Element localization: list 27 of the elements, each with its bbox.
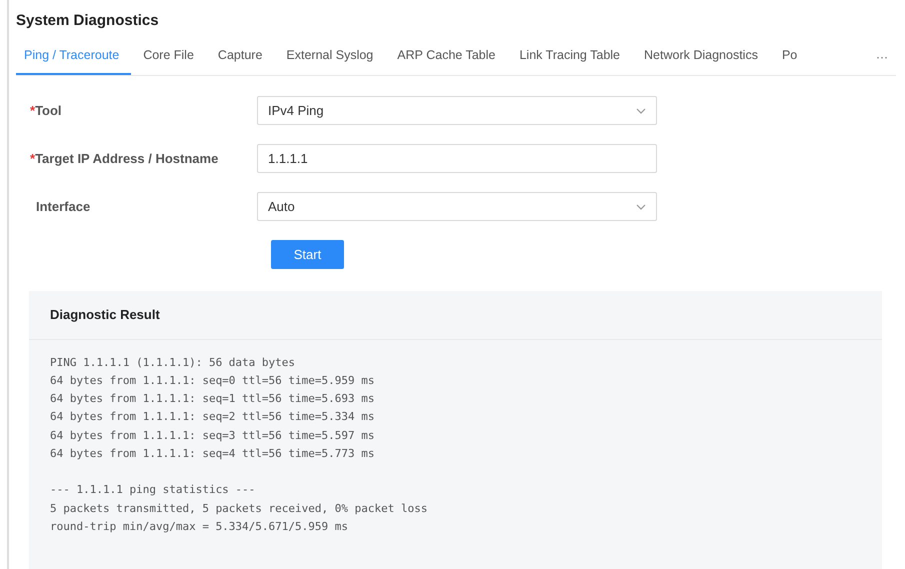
output-line: round-trip min/avg/max = 5.334/5.671/5.959 ms xyxy=(50,518,348,535)
tab[interactable]: ARP Cache Table xyxy=(385,38,508,75)
output-line: 64 bytes from 1.1.1.1: seq=1 ttl=56 time=5.693 ms xyxy=(50,391,375,408)
select-field[interactable]: Auto xyxy=(257,192,657,221)
output-line: 5 packets transmitted, 5 packets received, 0% packet loss xyxy=(50,500,428,517)
tab[interactable]: Po xyxy=(770,38,810,75)
output-line: 64 bytes from 1.1.1.1: seq=3 ttl=56 time=5.597 ms xyxy=(50,428,375,444)
more-tabs-button[interactable]: ··· xyxy=(868,38,896,75)
tab[interactable]: Capture xyxy=(206,38,274,75)
page-title: System Diagnostics xyxy=(16,11,160,31)
field-label: Interface xyxy=(35,198,92,216)
chevron-down-icon xyxy=(636,108,646,114)
output-line: 64 bytes from 1.1.1.1: seq=0 ttl=56 time=5.959 ms xyxy=(50,372,375,389)
tab[interactable]: Core File xyxy=(131,38,206,75)
chevron-down-icon xyxy=(636,204,646,210)
output-line: --- 1.1.1.1 ping statistics --- xyxy=(50,482,256,498)
tab[interactable]: Network Diagnostics xyxy=(632,38,770,75)
field-label: *Target IP Address / Hostname xyxy=(30,150,220,168)
input-field[interactable]: 1.1.1.1 xyxy=(257,144,657,173)
output-line: 64 bytes from 1.1.1.1: seq=2 ttl=56 time=5.334 ms xyxy=(50,409,375,426)
tab[interactable]: Link Tracing Table xyxy=(507,38,632,75)
result-title: Diagnostic Result xyxy=(29,291,882,340)
tab[interactable]: External Syslog xyxy=(274,38,386,75)
field-label: *Tool xyxy=(30,102,63,120)
select-field[interactable]: IPv4 Ping xyxy=(257,96,657,125)
output-line: 64 bytes from 1.1.1.1: seq=4 ttl=56 time=5.773 ms xyxy=(50,446,375,462)
output-line: PING 1.1.1.1 (1.1.1.1): 56 data bytes xyxy=(50,354,296,370)
